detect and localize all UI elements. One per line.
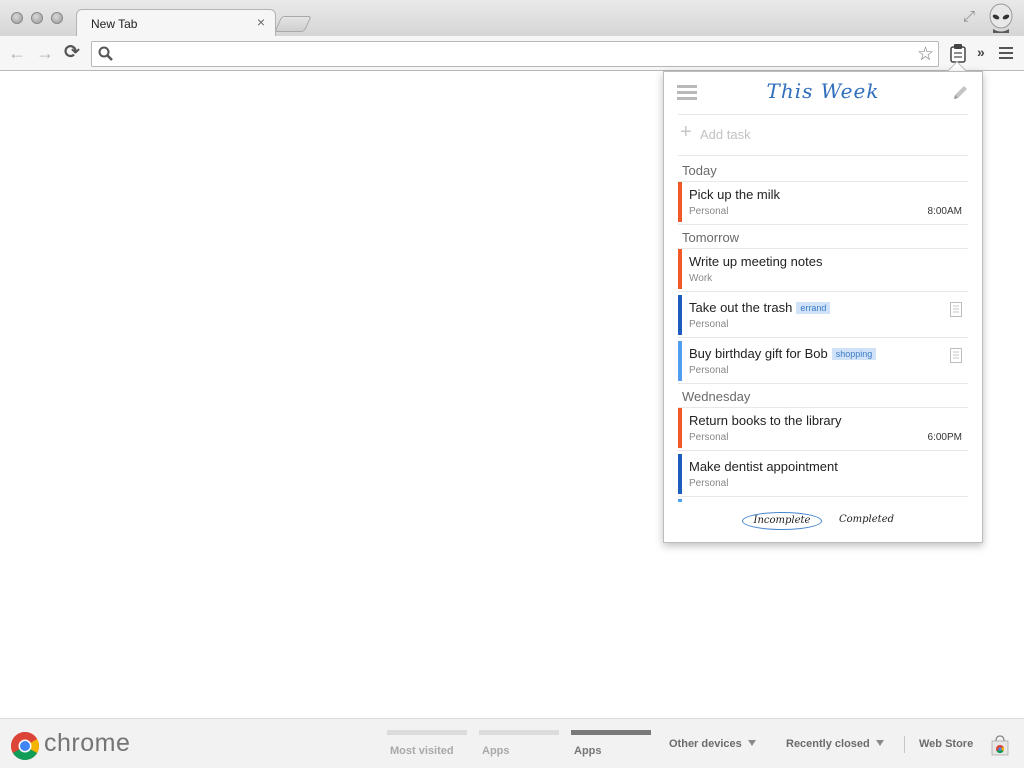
add-task-divider xyxy=(678,155,968,156)
tab-close-icon[interactable]: × xyxy=(257,14,265,30)
task-list-name: Personal xyxy=(689,478,729,489)
note-icon[interactable] xyxy=(950,348,962,363)
task-list-name: Personal xyxy=(689,206,729,217)
task-item[interactable]: Make dentist appointment Personal xyxy=(678,454,968,497)
task-title-text: Pick up the milk xyxy=(689,187,781,202)
popup-title: This Week xyxy=(766,79,880,103)
task-list: Today Pick up the milk Personal 8:00AM Tomor… xyxy=(678,158,968,502)
task-priority-bar xyxy=(678,408,682,448)
ntp-tab-apps-active[interactable]: Apps xyxy=(571,730,651,766)
fullscreen-icon[interactable]: ⤢ xyxy=(963,8,975,25)
task-tag[interactable]: errand xyxy=(796,302,831,314)
recently-closed-menu[interactable]: Recently closed xyxy=(786,738,884,750)
task-list-scroll-stub xyxy=(678,499,682,502)
task-priority-bar xyxy=(678,341,682,381)
ntp-footer: chrome Most visited Apps Apps Other devi… xyxy=(0,718,1024,768)
task-list-name: Personal xyxy=(689,432,729,443)
task-time: 6:00PM xyxy=(927,432,962,443)
omnibox-input[interactable] xyxy=(118,44,908,64)
chrome-logo-icon xyxy=(11,732,39,760)
window-minimize-button[interactable] xyxy=(31,12,43,24)
task-item[interactable]: Write up meeting notes Work xyxy=(678,249,968,292)
task-list-name: Personal xyxy=(689,319,729,330)
filter-bar: Incomplete Completed xyxy=(664,506,982,542)
other-devices-label: Other devices xyxy=(669,738,742,750)
extensions-overflow-icon[interactable]: » xyxy=(977,44,985,60)
back-arrow-icon[interactable]: ← xyxy=(6,42,28,64)
task-title: Write up meeting notes xyxy=(689,254,822,269)
chrome-menu-icon[interactable] xyxy=(999,47,1013,59)
task-title: Take out the trash errand xyxy=(689,300,831,315)
task-title-text: Take out the trash xyxy=(689,300,793,315)
ntp-tab-label: Apps xyxy=(574,745,602,757)
task-title: Pick up the milk xyxy=(689,187,780,202)
web-store-link[interactable]: Web Store xyxy=(919,738,973,750)
window-close-button[interactable] xyxy=(11,12,23,24)
task-priority-bar xyxy=(678,295,682,335)
other-devices-menu[interactable]: Other devices xyxy=(669,738,756,750)
task-title-text: Buy birthday gift for Bob xyxy=(689,346,828,361)
task-title-text: Make dentist appointment xyxy=(689,459,838,474)
ntp-tab-most-visited[interactable]: Most visited xyxy=(387,730,467,766)
add-task-button[interactable]: + Add task xyxy=(678,121,968,147)
recently-closed-label: Recently closed xyxy=(786,738,870,750)
browser-tab-new-tab[interactable]: New Tab × xyxy=(76,9,276,36)
ntp-tab-label: Most visited xyxy=(390,745,454,757)
reload-icon[interactable]: ⟳ xyxy=(61,42,83,64)
task-title: Return books to the library xyxy=(689,413,841,428)
plus-icon: + xyxy=(680,121,692,143)
web-store-icon[interactable] xyxy=(990,735,1010,757)
bookmark-star-icon[interactable]: ☆ xyxy=(917,43,934,66)
new-tab-button[interactable] xyxy=(274,16,312,32)
task-list-name: Personal xyxy=(689,365,729,376)
tab-title: New Tab xyxy=(91,17,138,31)
filter-completed-button[interactable]: Completed xyxy=(839,514,894,525)
add-task-label: Add task xyxy=(700,127,751,142)
task-list-name: Work xyxy=(689,273,713,284)
chrome-wordmark: chrome xyxy=(44,729,131,757)
task-title: Buy birthday gift for Bob shopping xyxy=(689,346,877,361)
chevron-down-icon xyxy=(875,740,884,746)
browser-titlebar: New Tab × ⤢ xyxy=(0,0,1024,36)
pencil-icon[interactable] xyxy=(950,83,970,103)
ntp-tab-apps[interactable]: Apps xyxy=(479,730,559,766)
task-priority-bar xyxy=(678,182,682,222)
task-item[interactable]: Take out the trash errand Personal xyxy=(678,295,968,338)
section-heading: Tomorrow xyxy=(678,225,968,249)
window-zoom-button[interactable] xyxy=(51,12,63,24)
omnibox[interactable]: ☆ xyxy=(91,41,939,67)
task-title: Make dentist appointment xyxy=(689,459,838,474)
header-divider xyxy=(678,114,968,115)
task-title-text: Return books to the library xyxy=(689,413,842,428)
popup-header: This Week xyxy=(664,72,982,114)
tasks-popup: This Week + Add task Today Pick up the mi… xyxy=(663,71,983,543)
task-time: 8:00AM xyxy=(927,206,962,217)
footer-separator xyxy=(904,736,905,753)
task-tag[interactable]: shopping xyxy=(831,348,877,360)
task-title-text: Write up meeting notes xyxy=(689,254,823,269)
ntp-tab-label: Apps xyxy=(482,745,510,757)
task-item[interactable]: Return books to the library Personal 6:00P… xyxy=(678,408,968,451)
browser-toolbar: ← → ⟳ ☆ » xyxy=(0,36,1024,71)
search-icon xyxy=(98,46,113,61)
section-heading: Wednesday xyxy=(678,384,968,408)
forward-arrow-icon[interactable]: → xyxy=(34,42,56,64)
section-heading: Today xyxy=(678,158,968,182)
filter-incomplete-button[interactable]: Incomplete xyxy=(742,512,822,530)
task-priority-bar xyxy=(678,454,682,494)
task-priority-bar xyxy=(678,249,682,289)
chevron-down-icon xyxy=(747,740,756,746)
note-icon[interactable] xyxy=(950,302,962,317)
task-item[interactable]: Buy birthday gift for Bob shopping Persona… xyxy=(678,341,968,384)
task-item[interactable]: Pick up the milk Personal 8:00AM xyxy=(678,182,968,225)
profile-avatar-icon[interactable] xyxy=(987,3,1015,33)
